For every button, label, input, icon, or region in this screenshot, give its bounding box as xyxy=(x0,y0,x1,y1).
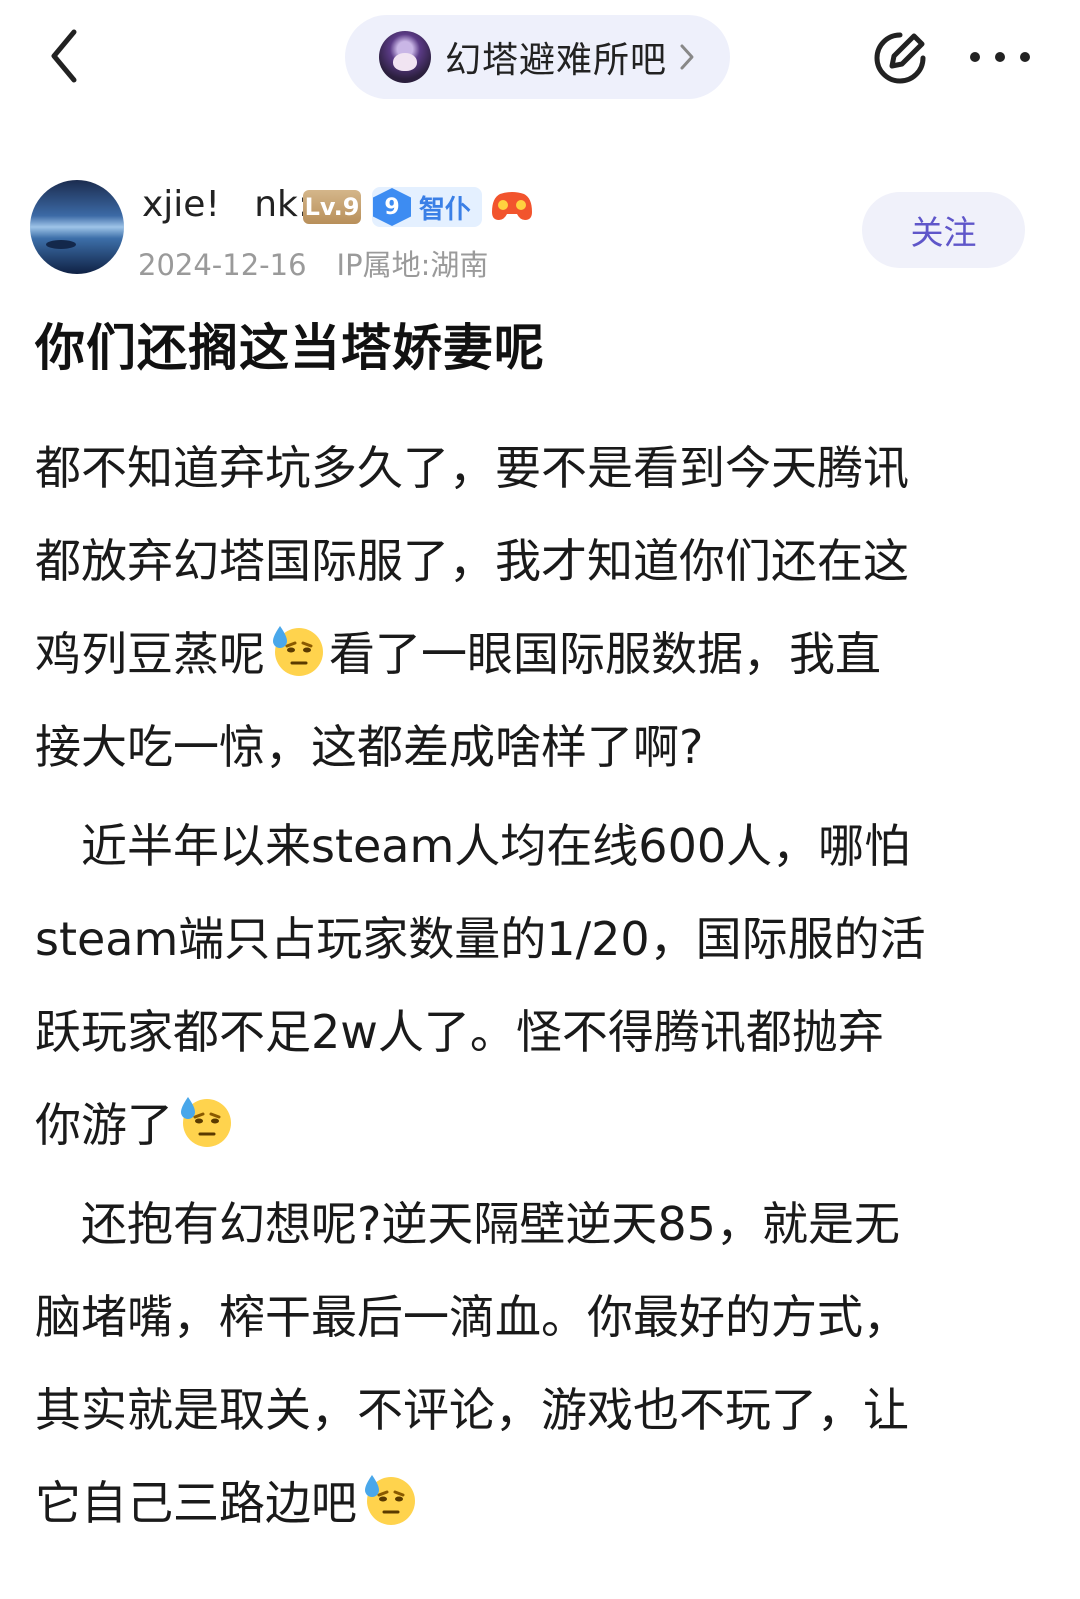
more-dot xyxy=(1020,52,1030,62)
text-segment: 看了一眼国际服数据，我直 xyxy=(329,627,881,681)
post-body: 都不知道弃坑多久了，要不是看到今天腾讯 都放弃幻塔国际服了，我才知道你们还在这 … xyxy=(35,422,1045,1550)
chevron-left-icon xyxy=(51,29,77,83)
text-segment: 你游了 xyxy=(35,1098,173,1152)
level-badge: Lv.9 xyxy=(303,190,361,224)
text-line: 近半年以来steam人均在线600人，哪怕 xyxy=(35,819,911,873)
post-title: 你们还搁这当塔娇妻呢 xyxy=(35,319,545,377)
paragraph: 都不知道弃坑多久了，要不是看到今天腾讯 都放弃幻塔国际服了，我才知道你们还在这 … xyxy=(35,422,1045,794)
sweat-emoji-icon xyxy=(273,626,323,676)
back-button[interactable] xyxy=(38,24,98,88)
edit-icon xyxy=(874,32,926,84)
sweat-emoji-icon xyxy=(365,1475,415,1525)
more-dot xyxy=(970,52,980,62)
top-bar: 幻塔避难所吧 xyxy=(0,0,1080,115)
text-line: 脑堵嘴，榨干最后一滴血。你最好的方式， xyxy=(35,1290,909,1344)
author-avatar[interactable] xyxy=(30,180,124,274)
gamepad-icon xyxy=(492,192,532,220)
text-segment: 它自己三路边吧 xyxy=(35,1476,357,1530)
text-line: 都不知道弃坑多久了，要不是看到今天腾讯 xyxy=(35,441,909,495)
more-button[interactable] xyxy=(968,40,1032,74)
member-badge: 9 智仆 xyxy=(372,187,482,227)
text-line: 其实就是取关，不评论，游戏也不玩了，让 xyxy=(35,1383,909,1437)
text-line: 还抱有幻想呢?逆天隔壁逆天85，就是无 xyxy=(35,1197,900,1251)
member-badge-number: 9 xyxy=(373,188,411,226)
forum-avatar xyxy=(379,31,431,83)
sweat-emoji-icon xyxy=(181,1097,231,1147)
ip-location: IP属地:湖南 xyxy=(336,248,489,282)
paragraph: 近半年以来steam人均在线600人，哪怕 steam端只占玩家数量的1/20，… xyxy=(35,800,1045,1172)
text-line: 接大吃一惊，这都差成啥样了啊? xyxy=(35,720,704,774)
text-line: 跃玩家都不足2w人了。怪不得腾讯都抛弃 xyxy=(35,1005,884,1059)
text-line: 都放弃幻塔国际服了，我才知道你们还在这 xyxy=(35,534,909,588)
author-name[interactable]: xjie! nk: xyxy=(142,184,310,225)
text-line: 它自己三路边吧 xyxy=(35,1457,1045,1550)
post-meta: 2024-12-16 IP属地:湖南 xyxy=(138,242,488,284)
paragraph: 还抱有幻想呢?逆天隔壁逆天85，就是无 脑堵嘴，榨干最后一滴血。你最好的方式， … xyxy=(35,1178,1045,1550)
member-badge-label: 智仆 xyxy=(419,194,472,225)
post-date: 2024-12-16 xyxy=(138,248,307,282)
more-dot xyxy=(995,52,1005,62)
text-segment: 鸡列豆蒸呢 xyxy=(35,627,265,681)
chevron-right-icon xyxy=(680,44,694,70)
text-line: steam端只占玩家数量的1/20，国际服的活 xyxy=(35,912,926,966)
forum-link[interactable]: 幻塔避难所吧 xyxy=(345,15,730,99)
follow-button[interactable]: 关注 xyxy=(862,192,1025,268)
text-line: 你游了 xyxy=(35,1079,1045,1172)
text-line: 鸡列豆蒸呢 看了一眼国际服数据，我直 xyxy=(35,608,1045,701)
post-page: 幻塔避难所吧 xjie! nk: Lv.9 9 智仆 2024-12-16IP xyxy=(0,0,1080,1599)
edit-button[interactable] xyxy=(870,28,930,88)
forum-name: 幻塔避难所吧 xyxy=(445,40,668,81)
